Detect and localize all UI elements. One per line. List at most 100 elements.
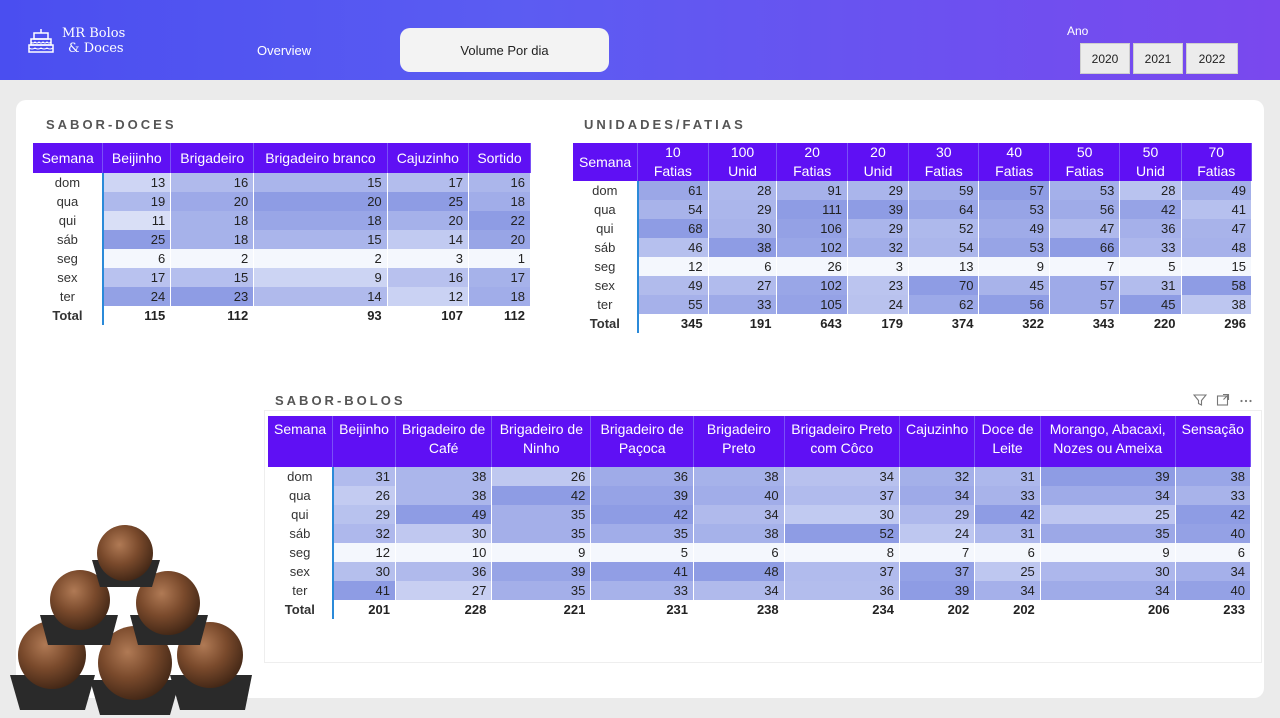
- table-cell[interactable]: 102: [776, 276, 848, 295]
- total-cell[interactable]: 112: [468, 306, 532, 325]
- table-cell[interactable]: 16: [387, 268, 469, 287]
- table-cell[interactable]: 18: [170, 230, 255, 249]
- total-cell[interactable]: 191: [708, 314, 778, 333]
- total-cell[interactable]: 343: [1049, 314, 1121, 333]
- table-cell[interactable]: 33: [590, 581, 695, 600]
- table-cell[interactable]: 16: [170, 173, 255, 192]
- table-cell[interactable]: 49: [637, 276, 709, 295]
- table-cell[interactable]: 38: [1181, 295, 1253, 314]
- table-cell[interactable]: 30: [332, 562, 396, 581]
- table-cell[interactable]: 9: [1040, 543, 1176, 562]
- row-label[interactable]: sáb: [268, 524, 334, 543]
- table-cell[interactable]: 35: [491, 524, 592, 543]
- total-cell[interactable]: 234: [784, 600, 901, 619]
- row-label[interactable]: dom: [268, 467, 334, 486]
- table-cell[interactable]: 12: [637, 257, 709, 276]
- table-cell[interactable]: 35: [491, 581, 592, 600]
- table-cell[interactable]: 30: [1040, 562, 1176, 581]
- table-cell[interactable]: 53: [978, 238, 1050, 257]
- row-label[interactable]: ter: [573, 295, 639, 314]
- table-cell[interactable]: 36: [590, 467, 695, 486]
- table-cell[interactable]: 26: [491, 467, 592, 486]
- total-cell[interactable]: 107: [387, 306, 469, 325]
- table-cell[interactable]: 6: [693, 543, 785, 562]
- row-label[interactable]: seg: [573, 257, 639, 276]
- table-cell[interactable]: 17: [468, 268, 532, 287]
- row-label[interactable]: ter: [268, 581, 334, 600]
- table-cell[interactable]: 12: [387, 287, 469, 306]
- table-cell[interactable]: 20: [253, 192, 388, 211]
- table-cell[interactable]: 64: [908, 200, 980, 219]
- table-cell[interactable]: 18: [253, 211, 388, 230]
- column-header[interactable]: Semana: [573, 143, 639, 181]
- column-header[interactable]: 30 Fatias: [908, 143, 980, 181]
- table-cell[interactable]: 25: [102, 230, 172, 249]
- table-cell[interactable]: 31: [332, 467, 396, 486]
- table-cell[interactable]: 32: [332, 524, 396, 543]
- total-cell[interactable]: 202: [974, 600, 1041, 619]
- table-cell[interactable]: 23: [170, 287, 255, 306]
- table-cell[interactable]: 111: [776, 200, 848, 219]
- more-options-icon[interactable]: [1239, 393, 1253, 407]
- total-cell[interactable]: 233: [1175, 600, 1252, 619]
- table-cell[interactable]: 91: [776, 181, 848, 200]
- table-cell[interactable]: 3: [847, 257, 910, 276]
- column-header[interactable]: Sensação: [1175, 416, 1252, 467]
- table-cell[interactable]: 49: [395, 505, 493, 524]
- column-header[interactable]: Sortido: [468, 143, 532, 173]
- table-cell[interactable]: 39: [491, 562, 592, 581]
- table-cell[interactable]: 41: [1181, 200, 1253, 219]
- total-cell[interactable]: 179: [847, 314, 910, 333]
- table-cell[interactable]: 34: [1175, 562, 1252, 581]
- column-header[interactable]: 20 Unid: [847, 143, 910, 181]
- table-cell[interactable]: 38: [395, 486, 493, 505]
- table-cell[interactable]: 105: [776, 295, 848, 314]
- table-cell[interactable]: 7: [899, 543, 976, 562]
- table-cell[interactable]: 70: [908, 276, 980, 295]
- table-cell[interactable]: 62: [908, 295, 980, 314]
- unidades-fatias-matrix[interactable]: Semana 10 Fatias 100 Unid 20 Fatias 20 Unid 3…: [573, 143, 1253, 333]
- table-cell[interactable]: 23: [847, 276, 910, 295]
- table-cell[interactable]: 18: [170, 211, 255, 230]
- table-cell[interactable]: 42: [1175, 505, 1252, 524]
- table-cell[interactable]: 35: [491, 505, 592, 524]
- total-label[interactable]: Total: [33, 306, 104, 325]
- column-header[interactable]: Brigadeiro Preto com Côco: [784, 416, 901, 467]
- table-cell[interactable]: 29: [847, 219, 910, 238]
- column-header[interactable]: Beijinho: [102, 143, 172, 173]
- row-label[interactable]: qui: [573, 219, 639, 238]
- table-cell[interactable]: 19: [102, 192, 172, 211]
- row-label[interactable]: sáb: [573, 238, 639, 257]
- table-cell[interactable]: 28: [708, 181, 778, 200]
- table-cell[interactable]: 52: [784, 524, 901, 543]
- column-header[interactable]: Brigadeiro Preto: [693, 416, 785, 467]
- table-cell[interactable]: 36: [395, 562, 493, 581]
- table-cell[interactable]: 36: [1119, 219, 1182, 238]
- row-label[interactable]: sex: [33, 268, 104, 287]
- table-cell[interactable]: 27: [708, 276, 778, 295]
- table-cell[interactable]: 34: [974, 581, 1041, 600]
- table-cell[interactable]: 18: [468, 192, 532, 211]
- table-cell[interactable]: 47: [1049, 219, 1121, 238]
- table-cell[interactable]: 59: [908, 181, 980, 200]
- table-cell[interactable]: 6: [102, 249, 172, 268]
- table-cell[interactable]: 57: [978, 181, 1050, 200]
- column-header[interactable]: 70 Fatias: [1181, 143, 1253, 181]
- table-cell[interactable]: 31: [974, 467, 1041, 486]
- table-cell[interactable]: 40: [1175, 524, 1252, 543]
- total-cell[interactable]: 220: [1119, 314, 1182, 333]
- table-cell[interactable]: 53: [978, 200, 1050, 219]
- table-cell[interactable]: 10: [395, 543, 493, 562]
- table-cell[interactable]: 68: [637, 219, 709, 238]
- table-cell[interactable]: 40: [693, 486, 785, 505]
- table-cell[interactable]: 56: [1049, 200, 1121, 219]
- table-cell[interactable]: 57: [1049, 295, 1121, 314]
- table-cell[interactable]: 15: [1181, 257, 1253, 276]
- total-cell[interactable]: 374: [908, 314, 980, 333]
- row-label[interactable]: seg: [33, 249, 104, 268]
- total-cell[interactable]: 643: [776, 314, 848, 333]
- table-cell[interactable]: 6: [1175, 543, 1252, 562]
- table-cell[interactable]: 41: [332, 581, 396, 600]
- row-label[interactable]: seg: [268, 543, 334, 562]
- table-cell[interactable]: 17: [102, 268, 172, 287]
